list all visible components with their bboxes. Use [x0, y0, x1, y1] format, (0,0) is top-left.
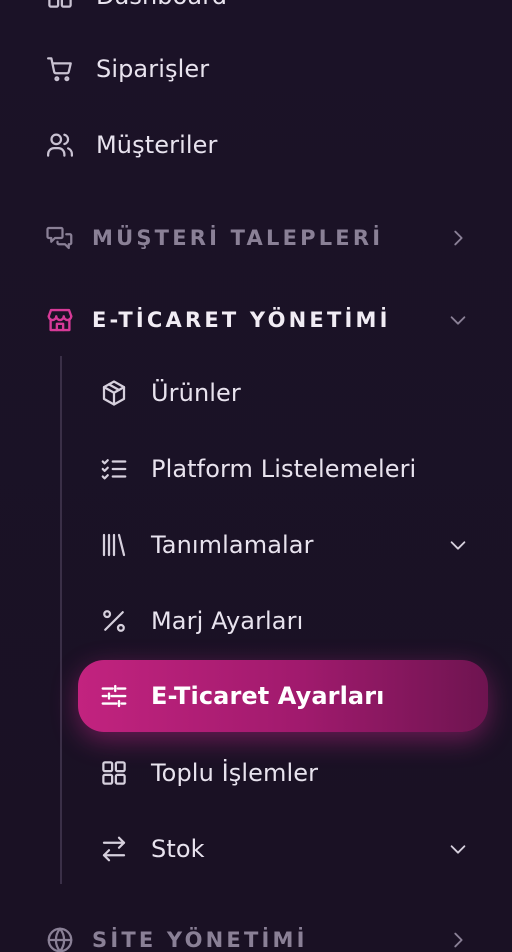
- sidebar-item-label: Müşteriler: [96, 131, 218, 159]
- sidebar-item-label: Dashboard: [96, 0, 227, 10]
- sidebar-item-customers[interactable]: Müşteriler: [0, 117, 512, 173]
- sliders-icon: [98, 680, 130, 712]
- sidebar-item-bulk-operations[interactable]: Toplu İşlemler: [0, 745, 512, 801]
- sidebar-item-orders[interactable]: Siparişler: [0, 41, 512, 97]
- sidebar-item-label: Tanımlamalar: [151, 531, 314, 559]
- globe-icon: [44, 924, 76, 952]
- sidebar-section-customer-requests[interactable]: MÜŞTERİ TALEPLERİ: [0, 210, 512, 266]
- chevron-down-icon: [446, 837, 470, 861]
- users-icon: [44, 129, 76, 161]
- library-icon: [98, 529, 130, 561]
- section-label: E-TİCARET YÖNETİMİ: [92, 308, 391, 332]
- chevron-right-icon: [446, 928, 470, 952]
- sidebar-item-stock[interactable]: Stok: [0, 821, 512, 877]
- sidebar-item-products[interactable]: Ürünler: [0, 365, 512, 421]
- sidebar-section-site-management[interactable]: SİTE YÖNETİMİ: [0, 912, 512, 952]
- chat-icon: [44, 222, 76, 254]
- chevron-down-icon: [446, 308, 470, 332]
- percent-icon: [98, 605, 130, 637]
- sidebar-item-label: E-Ticaret Ayarları: [151, 682, 385, 710]
- sidebar-item-label: Marj Ayarları: [151, 607, 304, 635]
- sidebar-item-label: Platform Listelemeleri: [151, 455, 417, 483]
- section-label: SİTE YÖNETİMİ: [92, 928, 308, 952]
- grid-icon: [44, 0, 76, 12]
- grid-icon: [98, 757, 130, 789]
- checklist-icon: [98, 453, 130, 485]
- box-icon: [98, 377, 130, 409]
- sidebar-item-platform-listings[interactable]: Platform Listelemeleri: [0, 441, 512, 497]
- sidebar-item-margin-settings[interactable]: Marj Ayarları: [0, 593, 512, 649]
- chevron-right-icon: [446, 226, 470, 250]
- sidebar-item-label: Stok: [151, 835, 205, 863]
- sidebar-item-label: Siparişler: [96, 55, 210, 83]
- sidebar-item-label: Ürünler: [151, 379, 241, 407]
- sidebar-item-label: Toplu İşlemler: [151, 759, 319, 787]
- section-label: MÜŞTERİ TALEPLERİ: [92, 226, 384, 250]
- arrows-swap-icon: [98, 833, 130, 865]
- sidebar-section-ecommerce[interactable]: E-TİCARET YÖNETİMİ: [0, 292, 512, 348]
- sidebar-item-ecommerce-settings[interactable]: E-Ticaret Ayarları: [0, 668, 512, 724]
- chevron-down-icon: [446, 533, 470, 557]
- sidebar: Dashboard Siparişler Müşteriler: [0, 0, 512, 952]
- sidebar-item-dashboard[interactable]: Dashboard: [0, 0, 512, 24]
- cart-icon: [44, 53, 76, 85]
- sidebar-item-definitions[interactable]: Tanımlamalar: [0, 517, 512, 573]
- store-icon: [44, 304, 76, 336]
